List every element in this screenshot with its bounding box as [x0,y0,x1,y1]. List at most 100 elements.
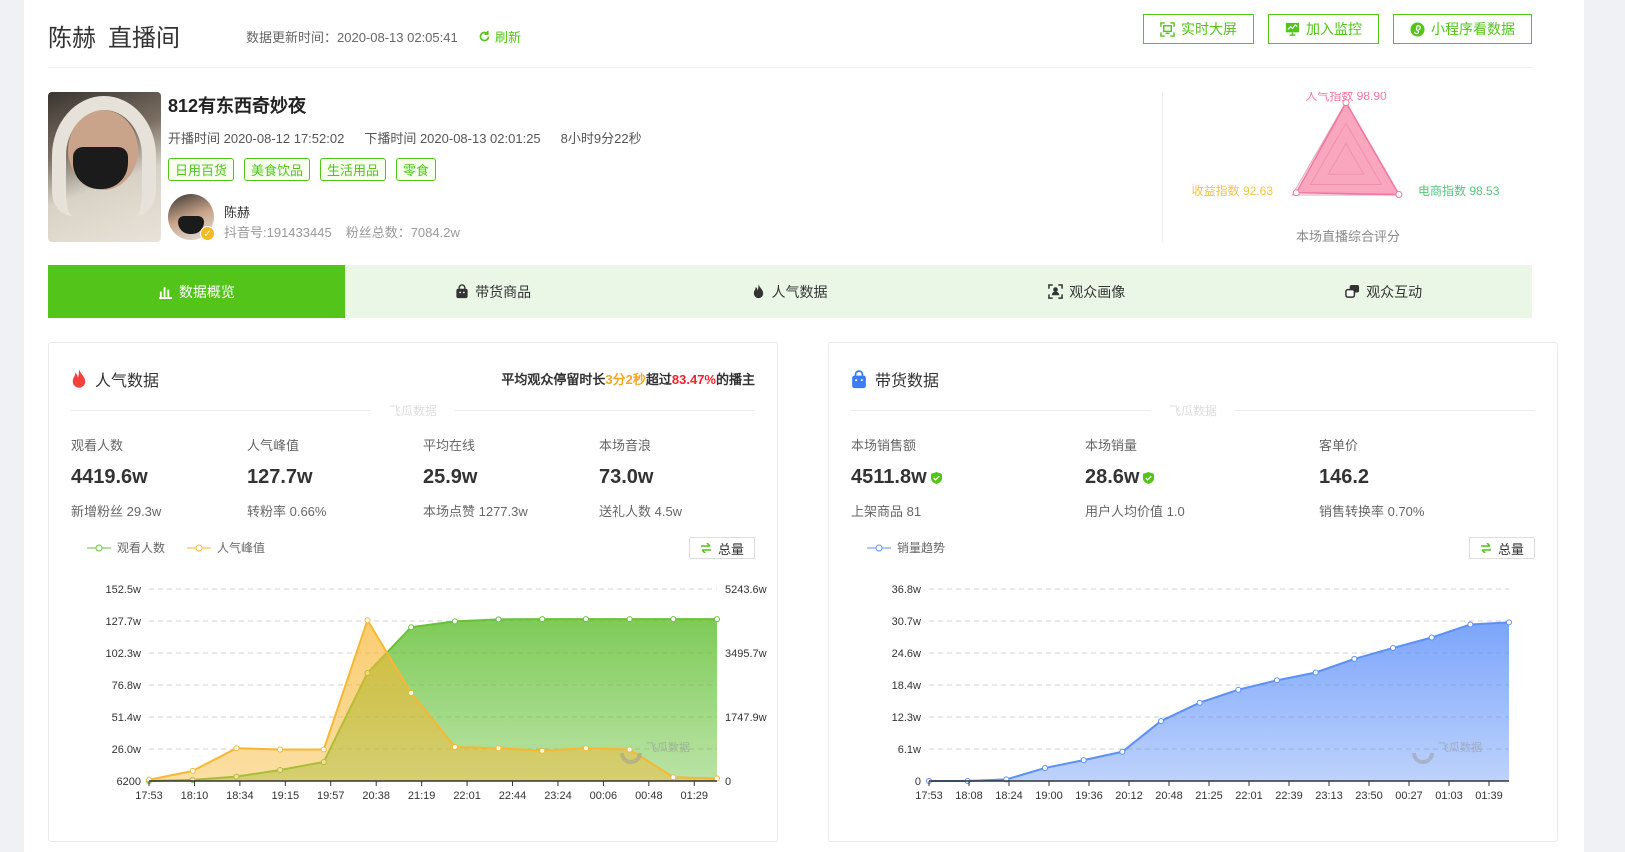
live-title: 812有东西奇妙夜 [168,96,307,116]
y-tick-label: 0 [915,776,921,788]
x-tick-label: 18:34 [226,790,254,802]
data-point [582,745,589,752]
add-monitor-label: 加入监控 [1306,21,1362,37]
refresh-button[interactable]: 刷新 [478,27,521,46]
data-point [1119,748,1126,755]
data-point [1390,644,1396,651]
popularity-title: 人气数据 [95,373,160,390]
flame-icon [72,369,86,388]
x-tick-label: 01:39 [1475,790,1503,802]
x-tick-label: 22:01 [453,790,481,802]
tab-label: 数据概览 [178,283,235,300]
bar-chart-icon [158,286,172,299]
y-tick-label: 6200 [117,776,141,788]
category-tag[interactable]: 生活用品 [320,158,387,181]
tab-audience-interaction[interactable]: 观众互动 [1235,265,1532,318]
legend-label: 观看人数 [117,541,166,555]
stat-viewers: 观看人数 4419.6w 新增粉丝 29.3w [71,435,247,520]
stat-value: 25.9w [423,466,478,488]
x-tick-label: 17:53 [135,790,163,802]
legend-item-sales-trend[interactable]: 销量趋势 [867,539,945,556]
total-toggle-button[interactable]: 总量 [689,537,755,559]
tab-label: 带货商品 [475,283,532,300]
category-tag[interactable]: 零食 [396,158,437,181]
header-actions: 实时大屏 加入监控 小程序看数据 [1143,14,1532,44]
avg-stay-summary: 平均观众停留时长3分2秒超过83.47%的播主 [501,369,755,388]
popularity-chart: 6200 26.0w 51.4w 76.8w 102.3w 127.7w 152.5w 0 17… [106,584,767,802]
shopping-bag-icon [852,370,866,389]
category-tag[interactable]: 美食饮品 [244,158,311,181]
stat-unit-price: 客单价 146.2 销售转换率 0.70% [1319,435,1553,520]
data-point [1506,619,1512,626]
mini-program-icon [1410,21,1425,37]
legend-line-icon [187,544,212,551]
stat-label: 观看人数 [71,438,124,453]
x-tick-label: 23:24 [544,790,572,802]
stat-value-row: 28.6w [1085,466,1319,489]
tab-popularity[interactable]: 人气数据 [642,265,939,318]
watermark-text: 飞瓜数据 [646,740,690,754]
data-point [451,744,458,751]
stat-value-row: 4511.8w [851,466,1085,489]
x-tick-label: 00:06 [590,790,618,802]
legend-label: 人气峰值 [217,541,266,555]
live-cover-image [48,92,161,242]
stat-avg-online: 平均在线 25.9w 本场点赞 1277.3w [423,435,599,520]
add-monitor-button[interactable]: 加入监控 [1268,14,1379,44]
total-toggle-button[interactable]: 总量 [1469,537,1535,559]
data-point [1080,757,1087,764]
verified-shield-icon [1143,471,1155,484]
data-point [277,746,284,753]
popularity-stats: 观看人数 4419.6w 新增粉丝 29.3w 人气峰值 127.7w 转粉率 … [71,435,775,520]
toggle-label: 总量 [1497,541,1524,557]
sales-legend: 销量趋势 [867,539,945,556]
realtime-screen-button[interactable]: 实时大屏 [1143,14,1254,44]
swap-icon [1480,543,1491,553]
data-point [1467,621,1474,628]
stay-mid: 超过 [645,372,672,387]
x-tick-label: 19:57 [317,790,345,802]
verified-shield-icon [930,471,942,484]
stat-sub: 新增粉丝 29.3w [71,504,162,519]
duration: 8小时9分22秒 [560,131,642,146]
stat-value: 127.7w [247,466,313,488]
x-tick-label: 22:44 [499,790,527,802]
watermark-text: 飞瓜数据 [1438,740,1482,754]
legend-item-peak[interactable]: 人气峰值 [187,539,265,556]
legend-item-viewers[interactable]: 观看人数 [87,539,165,556]
portrait-icon [1048,284,1064,299]
stat-sound-wave: 本场音浪 73.0w 送礼人数 4.5w [599,435,775,520]
y-tick-label: 152.5w [106,584,142,596]
radar-point [1395,191,1403,199]
legend-line-icon [867,544,891,551]
y-tick-label: 51.4w [112,712,141,724]
data-point [320,746,327,753]
legend-line-icon [87,544,111,551]
page-title: 陈赫 直播间 [48,18,192,53]
douyin-id: 抖音号:191433445 [224,225,332,240]
tab-audience-portrait[interactable]: 观众画像 [938,265,1235,318]
data-point [539,747,546,754]
mini-program-label: 小程序看数据 [1431,21,1515,37]
x-tick-label: 21:19 [408,790,436,802]
verified-badge-icon: ✓ [200,226,215,241]
mini-program-button[interactable]: 小程序看数据 [1393,14,1532,44]
anchor-name[interactable]: 陈赫 [224,202,250,221]
x-tick-label: 20:12 [1115,790,1143,802]
data-point [1274,677,1280,684]
data-point [714,775,720,782]
popularity-header: 人气数据 [71,367,159,391]
tab-products[interactable]: 带货商品 [345,265,642,318]
y-tick-label: 12.3w [892,712,921,724]
monitor-icon [1285,22,1300,36]
category-tag[interactable]: 日用百货 [168,158,235,181]
y2-tick-label: 3495.7w [725,648,767,660]
data-point [582,616,589,623]
stay-percent: 83.47% [671,372,716,387]
y-tick-label: 102.3w [106,648,142,660]
stat-label: 平均在线 [423,438,476,453]
y2-tick-label: 1747.9w [725,712,767,724]
tab-overview[interactable]: 数据概览 [48,265,345,318]
data-point [1158,718,1164,724]
interaction-icon [1345,284,1360,298]
